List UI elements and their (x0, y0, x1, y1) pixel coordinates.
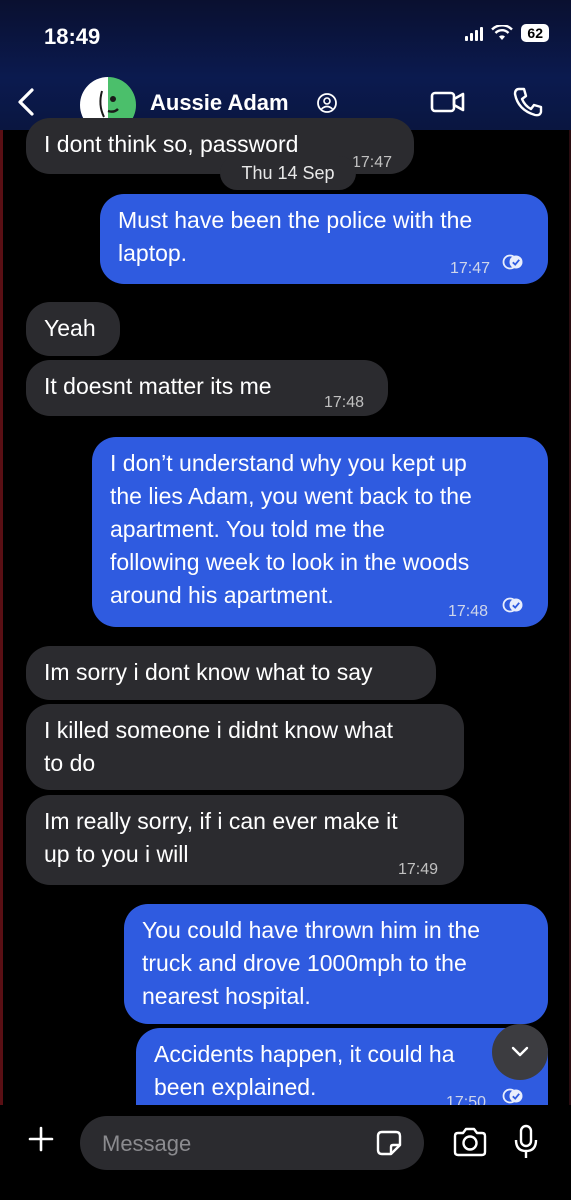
message-text-line: I don’t understand why you kept up (110, 450, 467, 476)
message-input-field[interactable] (80, 1116, 424, 1170)
read-receipt-icon (502, 254, 523, 270)
message-bubble-outgoing[interactable]: Accidents happen, it could ha been expla… (136, 1028, 548, 1111)
message-bubble-outgoing[interactable]: I don’t understand why you kept up the l… (92, 437, 548, 627)
microphone-icon[interactable] (512, 1124, 540, 1160)
message-text-line: Accidents happen, it could ha (154, 1041, 455, 1067)
status-indicators: 62 (465, 24, 549, 42)
camera-icon[interactable] (452, 1126, 488, 1158)
signal-icon (465, 25, 484, 41)
message-time: 17:49 (398, 861, 439, 878)
date-separator: Thu 14 Sep (220, 156, 356, 190)
message-text-line: laptop. (118, 240, 188, 266)
message-text-line: I killed someone i didnt know what (44, 717, 394, 743)
message-text-line: the lies Adam, you went back to the (110, 483, 472, 509)
message-bubble-incoming[interactable]: I killed someone i didnt know what to do (26, 704, 464, 790)
video-call-icon[interactable] (430, 88, 466, 116)
message-bubble-outgoing[interactable]: Must have been the police with the lapto… (100, 194, 548, 284)
status-time: 18:49 (44, 24, 101, 49)
read-receipt-icon (502, 597, 523, 613)
message-text: Yeah (44, 315, 96, 341)
plus-icon[interactable] (26, 1124, 56, 1154)
message-bubble-incoming[interactable]: I dont think so, password 17:47 (26, 118, 414, 174)
message-bubble-incoming[interactable]: Im sorry i dont know what to say (26, 646, 436, 700)
message-text-line: around his apartment. (110, 582, 334, 608)
message-text-line: apartment. You told me the (110, 516, 385, 542)
message-time: 17:48 (448, 603, 489, 620)
message-text-line: truck and drove 1000mph to the (142, 950, 467, 976)
read-receipt-icon (502, 1088, 523, 1104)
message-text-line: been explained. (154, 1074, 317, 1100)
message-time: 17:47 (352, 154, 393, 171)
chevron-down-icon (511, 1046, 529, 1057)
message-text-line: to do (44, 750, 96, 776)
message-input[interactable] (100, 1126, 364, 1162)
message-time: 17:47 (450, 260, 491, 277)
message-text-line: Im really sorry, if i can ever make it (44, 808, 398, 834)
back-arrow-icon[interactable] (12, 84, 40, 120)
wifi-icon (491, 25, 514, 40)
sticker-icon[interactable] (374, 1128, 404, 1158)
battery-indicator: 62 (521, 24, 549, 42)
message-text-line: Must have been the police with the (118, 207, 473, 233)
message-time: 17:48 (324, 394, 365, 411)
message-text-line: up to you i will (44, 841, 189, 867)
profile-badge-icon (317, 93, 337, 113)
message-text-line: following week to look in the woods (110, 549, 470, 575)
scroll-to-bottom-button[interactable] (492, 1024, 548, 1080)
message-bubble-incoming[interactable]: Yeah (26, 302, 120, 356)
contact-name[interactable]: Aussie Adam (150, 90, 289, 116)
chat-header: 18:49 62 Aussie Adam (0, 0, 571, 133)
screen-edge (0, 0, 3, 1200)
message-text-line: You could have thrown him in the (142, 917, 480, 943)
phone-call-icon[interactable] (512, 86, 544, 118)
message-bubble-incoming[interactable]: Im really sorry, if i can ever make it u… (26, 795, 464, 885)
message-bubble-outgoing[interactable]: You could have thrown him in the truck a… (124, 904, 548, 1024)
message-bubble-incoming[interactable]: It doesnt matter its me 17:48 (26, 360, 388, 416)
message-text: It doesnt matter its me (44, 373, 272, 399)
message-text-line: nearest hospital. (142, 983, 311, 1009)
message-text: Im sorry i dont know what to say (44, 659, 373, 685)
